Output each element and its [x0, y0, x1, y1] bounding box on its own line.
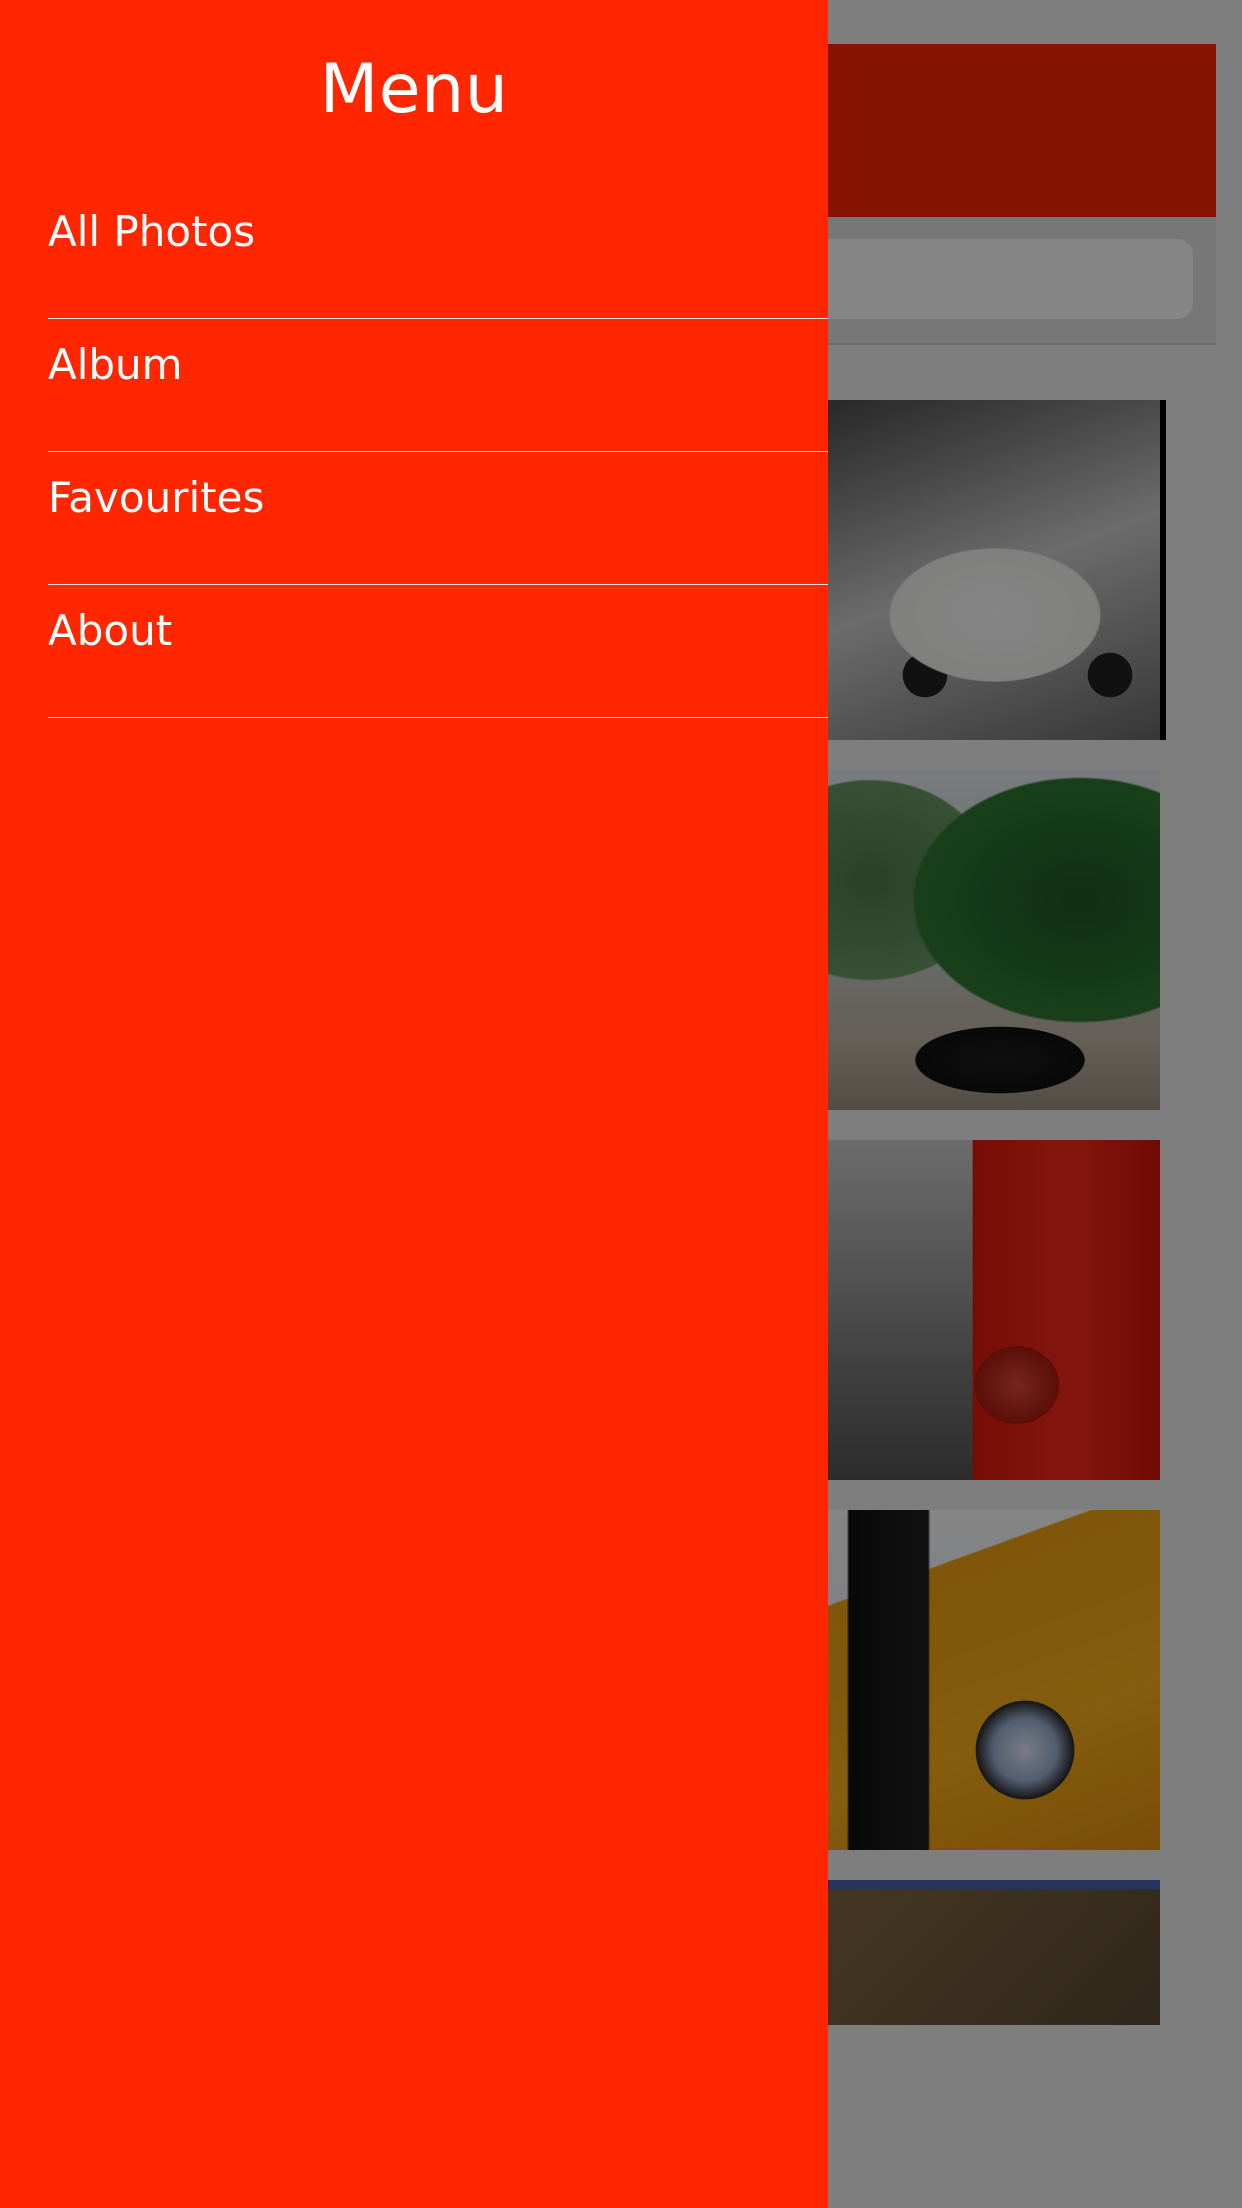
menu-item-about[interactable]: About: [48, 585, 828, 718]
menu-title: Menu: [319, 50, 509, 129]
menu-item-label: About: [48, 606, 173, 655]
menu-item-label: All Photos: [48, 207, 256, 256]
menu-item-label: Album: [48, 340, 183, 389]
menu-item-label: Favourites: [48, 473, 265, 522]
menu-list: All Photos Album Favourites About: [0, 186, 828, 718]
side-menu-drawer: Menu All Photos Album Favourites About: [0, 0, 828, 2208]
